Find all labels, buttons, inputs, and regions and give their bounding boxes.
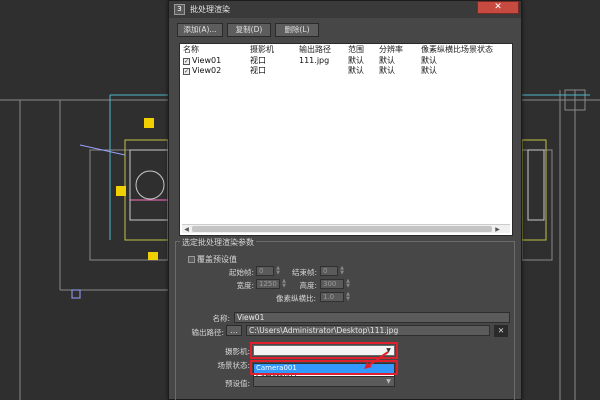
row-camera: 视口 — [250, 56, 266, 65]
row-scene-state — [461, 56, 501, 66]
delete-button[interactable]: 删除(L) — [275, 23, 319, 37]
height-spinner-icon[interactable]: ▲ ▼ — [345, 279, 351, 289]
col-name[interactable]: 名称 — [180, 44, 250, 56]
clear-path-button[interactable]: ✕ — [494, 325, 508, 337]
preset-label: 预设值: — [224, 379, 250, 388]
add-button[interactable]: 添加(A)... — [177, 23, 223, 37]
browse-button[interactable]: ... — [226, 325, 242, 336]
end-frame-label: 结束帧: — [291, 268, 317, 277]
camera-label: 摄影机: — [224, 347, 250, 356]
row-pixel-aspect: 默认 — [421, 66, 437, 75]
row-camera: 视口 — [250, 66, 266, 75]
group-title: 选定批处理渲染参数 — [180, 237, 256, 248]
pixel-aspect-input[interactable]: 1.0 — [320, 292, 344, 302]
row-name: View01 — [192, 56, 222, 65]
col-scene-state[interactable]: 场景状态 — [461, 44, 501, 56]
selected-params-group: 选定批处理渲染参数 覆盖预设值 起始帧: 0 ▲ ▼ 结束帧: 0 ▲ ▼ 宽度: … — [175, 237, 515, 400]
row-pixel-aspect: 默认 — [421, 56, 437, 65]
width-label: 宽度: — [236, 281, 254, 290]
row-resolution: 默认 — [379, 56, 395, 65]
col-pixel-aspect[interactable]: 像素纵横比 — [421, 44, 461, 56]
col-output[interactable]: 输出路径 — [299, 44, 348, 56]
row-checkbox[interactable]: ✓ — [183, 67, 190, 75]
list-item[interactable]: ✓ View01 视口 111.jpg 默认 默认 默认 — [180, 56, 512, 66]
name-field[interactable]: View01 — [234, 312, 510, 323]
row-range: 默认 — [348, 66, 364, 75]
row-scene-state — [461, 66, 501, 76]
col-camera[interactable]: 摄影机 — [250, 44, 299, 56]
row-name: View02 — [192, 66, 222, 75]
pointer-arrow-icon — [364, 351, 389, 369]
title-bar[interactable]: 3 批处理渲染 ✕ — [169, 1, 521, 18]
scene-state-label: 场景状态: — [217, 361, 250, 370]
batch-render-list[interactable]: 名称 摄影机 输出路径 范围 分辨率 像素纵横比 场景状态 ✓ View01 视口… — [179, 43, 513, 236]
col-resolution[interactable]: 分辨率 — [379, 44, 421, 56]
batch-render-dialog: 3 批处理渲染 ✕ 添加(A)... 复制(D) 删除(L) 名称 摄影机 输出… — [168, 0, 522, 400]
window-title: 批处理渲染 — [190, 5, 230, 14]
preset-combo[interactable]: ▼ — [253, 376, 395, 387]
row-output: 111.jpg — [299, 56, 330, 65]
list-item[interactable]: ✓ View02 视口 默认 默认 默认 — [180, 66, 512, 76]
scroll-thumb[interactable] — [192, 226, 492, 232]
end-frame-spinner-icon[interactable]: ▲ ▼ — [339, 266, 345, 276]
row-resolution: 默认 — [379, 66, 395, 75]
scroll-right-icon[interactable]: ▶ — [493, 225, 502, 234]
pixel-aspect-spinner-icon[interactable]: ▲ ▼ — [345, 292, 351, 302]
scroll-left-icon[interactable]: ◀ — [182, 225, 191, 234]
override-checkbox[interactable] — [188, 256, 195, 263]
height-input[interactable]: 300 — [320, 279, 344, 289]
col-range[interactable]: 范围 — [348, 44, 379, 56]
row-checkbox[interactable]: ✓ — [183, 57, 190, 65]
start-frame-label: 起始帧: — [228, 268, 254, 277]
duplicate-button[interactable]: 复制(D) — [227, 23, 271, 37]
window-close-button[interactable]: ✕ — [477, 1, 519, 14]
app-icon: 3 — [174, 4, 185, 15]
override-label: 覆盖预设值 — [197, 255, 237, 264]
chevron-down-icon[interactable]: ▼ — [384, 377, 393, 386]
height-label: 高度: — [299, 281, 317, 290]
override-row: 覆盖预设值 — [188, 254, 237, 265]
horizontal-scrollbar[interactable]: ◀ ▶ — [182, 224, 510, 233]
row-range: 默认 — [348, 56, 364, 65]
pixel-aspect-label: 像素纵横比: — [275, 294, 316, 303]
end-frame-input[interactable]: 0 — [320, 266, 338, 276]
name-label: 名称: — [212, 314, 230, 323]
output-path-label: 输出路径: — [191, 328, 224, 337]
row-output — [299, 66, 348, 76]
output-path-field[interactable]: C:\Users\Administrator\Desktop\111.jpg — [246, 325, 490, 336]
list-header: 名称 摄影机 输出路径 范围 分辨率 像素纵横比 场景状态 — [180, 44, 512, 56]
